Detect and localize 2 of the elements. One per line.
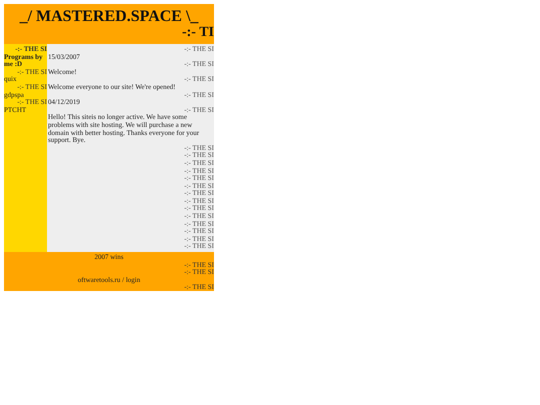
scrolling-heading: -:- TI [182,25,214,40]
site-title: _/ MASTERED.SPACE \_ [20,8,198,25]
